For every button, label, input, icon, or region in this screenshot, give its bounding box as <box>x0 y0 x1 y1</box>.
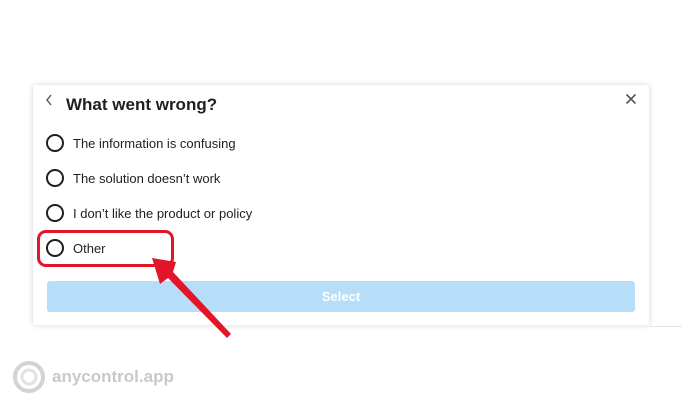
option-label: The information is confusing <box>73 135 236 151</box>
anycontrol-logo-icon <box>13 361 45 393</box>
close-button[interactable] <box>624 92 638 106</box>
dialog-title: What went wrong? <box>66 95 218 114</box>
option-information-confusing[interactable]: The information is confusing <box>46 130 236 156</box>
option-other[interactable]: Other <box>46 235 106 261</box>
radio-button[interactable] <box>46 169 64 187</box>
feedback-dialog: What went wrong? The information is conf… <box>33 85 649 325</box>
back-button[interactable] <box>41 91 57 109</box>
option-solution-doesnt-work[interactable]: The solution doesn’t work <box>46 165 220 191</box>
chevron-left-icon <box>46 94 52 106</box>
watermark-text: anycontrol.app <box>52 367 174 386</box>
background-divider <box>650 326 682 327</box>
watermark: anycontrol.app <box>12 355 174 399</box>
option-label: The solution doesn’t work <box>73 170 221 186</box>
radio-button[interactable] <box>46 134 64 152</box>
option-label: Other <box>73 240 106 256</box>
close-icon <box>625 93 637 105</box>
option-dont-like-product-policy[interactable]: I don’t like the product or policy <box>46 200 252 226</box>
radio-button[interactable] <box>46 204 64 222</box>
radio-button[interactable] <box>46 239 64 257</box>
select-button[interactable]: Select <box>47 281 635 312</box>
screen: What went wrong? The information is conf… <box>0 0 700 400</box>
option-label: I don’t like the product or policy <box>73 205 253 221</box>
